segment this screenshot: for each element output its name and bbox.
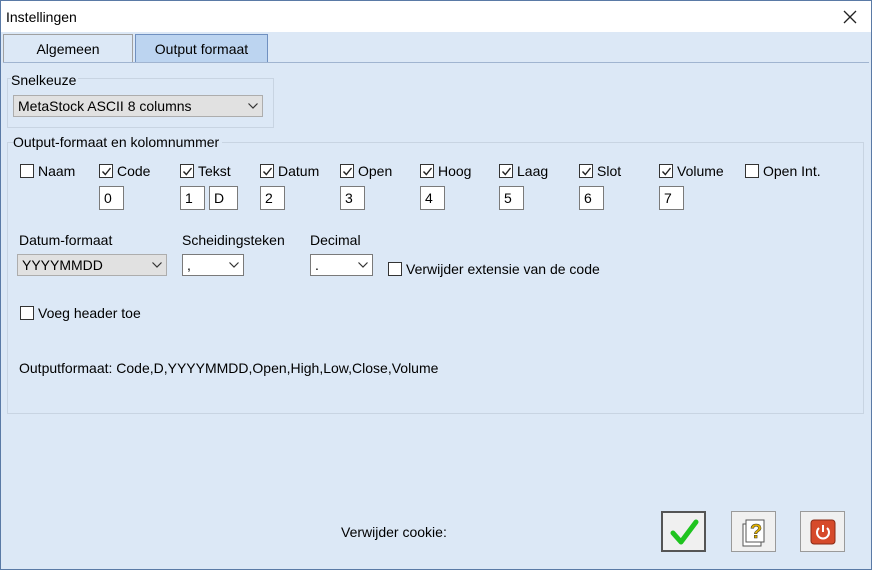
window-title: Instellingen [6,9,77,25]
checkbox-slot[interactable]: Slot [579,163,621,179]
datum-formaat-value: YYYYMMDD [22,257,103,273]
check-icon [579,164,593,178]
check-icon [99,164,113,178]
ok-button[interactable] [661,511,706,552]
check-icon [260,164,274,178]
tab-output-formaat[interactable]: Output formaat [135,34,268,62]
checkbox-open-int[interactable]: Open Int. [745,163,821,179]
column-number-slot[interactable]: 6 [579,186,604,210]
datum-formaat-dropdown[interactable]: YYYYMMDD [17,254,167,276]
verwijder-extensie-checkbox[interactable]: Verwijder extensie van de code [388,261,600,277]
voeg-header-checkbox[interactable]: Voeg header toe [20,305,141,321]
voeg-header-label: Voeg header toe [38,305,141,321]
checkbox-datum[interactable]: Datum [260,163,319,179]
checkbox-laag[interactable]: Laag [499,163,548,179]
outputformaat-summary: Outputformaat: Code,D,YYYYMMDD,Open,High… [19,360,439,376]
tab-divider [3,62,869,63]
exit-button[interactable] [800,511,845,552]
decimal-label: Decimal [310,232,361,248]
column-number-volume[interactable]: 7 [659,186,684,210]
scheidingsteken-label: Scheidingsteken [182,232,285,248]
check-icon [499,164,513,178]
column-number-laag[interactable]: 5 [499,186,524,210]
scheidingsteken-value: , [187,257,191,273]
checkbox-label-open-int: Open Int. [763,163,821,179]
chevron-down-icon [244,103,262,109]
column-number-hoog[interactable]: 4 [420,186,445,210]
check-icon [180,164,194,178]
checkbox-volume[interactable]: Volume [659,163,724,179]
checkbox-hoog[interactable]: Hoog [420,163,471,179]
chevron-down-icon [148,262,166,268]
check-icon [340,164,354,178]
snelkeuze-dropdown[interactable]: MetaStock ASCII 8 columns [13,95,263,117]
column-number-open[interactable]: 3 [340,186,365,210]
tab-algemeen[interactable]: Algemeen [3,34,133,62]
close-icon [843,10,857,24]
column-extra-tekst[interactable]: D [209,186,238,210]
settings-window: Instellingen Algemeen Output formaat Sne… [0,0,872,570]
checkbox-open[interactable]: Open [340,163,392,179]
checkbox-label-hoog: Hoog [438,163,472,179]
output-group-label: Output-formaat en kolomnummer [13,134,223,150]
checkbox-label-slot: Slot [597,163,622,179]
verwijder-extensie-label: Verwijder extensie van de code [406,261,600,277]
checkbox-naam[interactable]: Naam [20,163,75,179]
checkbox-box [20,164,34,178]
checkbox-label-code: Code [117,163,151,179]
checkbox-box [20,306,34,320]
power-icon [810,519,835,544]
verwijder-cookie-label: Verwijder cookie: [341,524,447,540]
column-number-code[interactable]: 0 [99,186,124,210]
chevron-down-icon [225,262,243,268]
checkbox-label-datum: Datum [278,163,320,179]
snelkeuze-value: MetaStock ASCII 8 columns [18,98,192,114]
checkmark-icon [670,519,698,544]
checkbox-label-tekst: Tekst [198,163,231,179]
svg-text:?: ? [750,521,762,543]
check-icon [659,164,673,178]
checkbox-label-laag: Laag [517,163,549,179]
decimal-value: . [315,257,319,273]
checkbox-code[interactable]: Code [99,163,150,179]
column-number-tekst[interactable]: 1 [180,186,205,210]
help-icon: ? [742,519,764,546]
chevron-down-icon [354,262,372,268]
checkbox-label-naam: Naam [38,163,76,179]
help-button[interactable]: ? [731,511,776,552]
checkbox-label-volume: Volume [677,163,724,179]
checkbox-box [388,262,402,276]
checkbox-tekst[interactable]: Tekst [180,163,231,179]
checkbox-box [745,164,759,178]
checkbox-label-open: Open [358,163,393,179]
title-bar: Instellingen [1,1,871,32]
close-button[interactable] [835,4,865,30]
decimal-dropdown[interactable]: . [310,254,373,276]
column-number-datum[interactable]: 2 [260,186,285,210]
scheidingsteken-dropdown[interactable]: , [182,254,244,276]
datum-formaat-label: Datum-formaat [19,232,113,248]
snelkeuze-label: Snelkeuze [11,72,79,88]
check-icon [420,164,434,178]
